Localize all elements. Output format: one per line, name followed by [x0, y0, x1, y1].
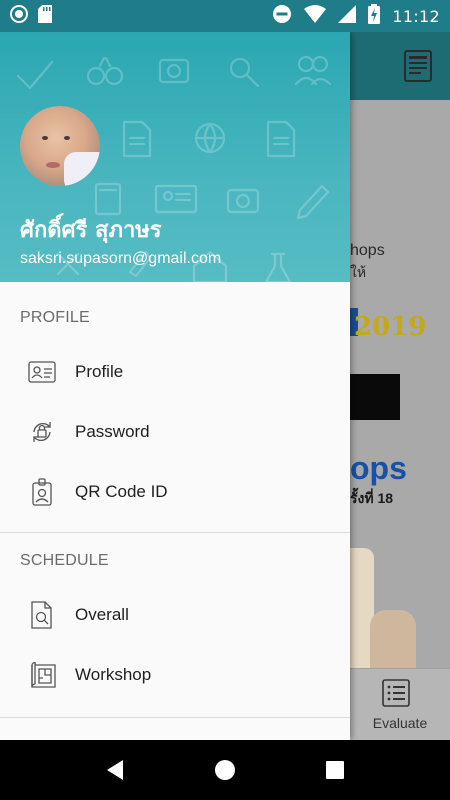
menu-label-overall: Overall	[75, 605, 129, 624]
menu-item-password[interactable]: Password	[0, 402, 350, 462]
menu-label-profile: Profile	[75, 362, 124, 381]
user-email: saksri.supasorn@gmail.com	[20, 250, 222, 267]
battery-charging-icon	[368, 3, 381, 29]
section-divider-bottom	[0, 717, 350, 718]
document-search-icon	[28, 601, 56, 629]
id-badge-icon	[28, 478, 56, 506]
menu-item-workshop[interactable]: Workshop	[0, 645, 350, 705]
home-icon[interactable]	[200, 745, 250, 795]
evaluate-tab-label: Evaluate	[372, 715, 428, 731]
system-navigation-bar	[0, 740, 450, 800]
user-name: ศักดิ์ศรี สุภาษร	[20, 218, 162, 243]
recents-icon[interactable]	[310, 745, 360, 795]
do-not-disturb-icon	[272, 4, 292, 29]
status-bar: 11:12	[0, 0, 450, 32]
section-title-schedule: SCHEDULE	[20, 552, 109, 569]
blueprint-icon	[28, 661, 56, 689]
id-card-icon	[28, 358, 56, 386]
background-headline: ops	[350, 450, 407, 486]
menu-label-password: Password	[75, 422, 150, 441]
menu-item-profile[interactable]: Profile	[0, 342, 350, 402]
menu-item-overall[interactable]: Overall	[0, 585, 350, 645]
wifi-icon	[304, 4, 327, 28]
background-content: hops ให้ 2019 ops รั้งที่ 18	[350, 100, 450, 710]
background-text-1: hops	[350, 242, 385, 259]
status-clock: 11:12	[392, 6, 440, 26]
menu-label-workshop: Workshop	[75, 665, 152, 684]
navigation-drawer: ศักดิ์ศรี สุภาษร saksri.supasorn@gmail.c…	[0, 32, 350, 740]
background-text-2: ให้	[350, 264, 367, 280]
background-app: hops ให้ 2019 ops รั้งที่ 18 Evaluate	[350, 32, 450, 740]
sd-card-icon	[38, 4, 52, 28]
background-button	[350, 374, 400, 420]
cellular-signal-icon	[338, 4, 357, 28]
back-icon[interactable]	[90, 745, 140, 795]
avatar[interactable]	[20, 106, 100, 186]
lock-refresh-icon	[28, 418, 56, 446]
book-icon	[404, 50, 432, 87]
background-bottom-nav: Evaluate	[350, 668, 450, 740]
background-subtitle: รั้งที่ 18	[350, 490, 394, 506]
drawer-header: ศักดิ์ศรี สุภาษร saksri.supasorn@gmail.c…	[0, 32, 350, 282]
background-toolbar	[350, 32, 450, 100]
notification-dot-icon	[10, 4, 28, 28]
evaluate-icon	[382, 679, 410, 712]
section-title-profile: PROFILE	[20, 309, 90, 326]
menu-label-qr-code-id: QR Code ID	[75, 482, 168, 501]
background-banner-year: 2019	[354, 312, 427, 342]
menu-item-qr-code-id[interactable]: QR Code ID	[0, 462, 350, 522]
